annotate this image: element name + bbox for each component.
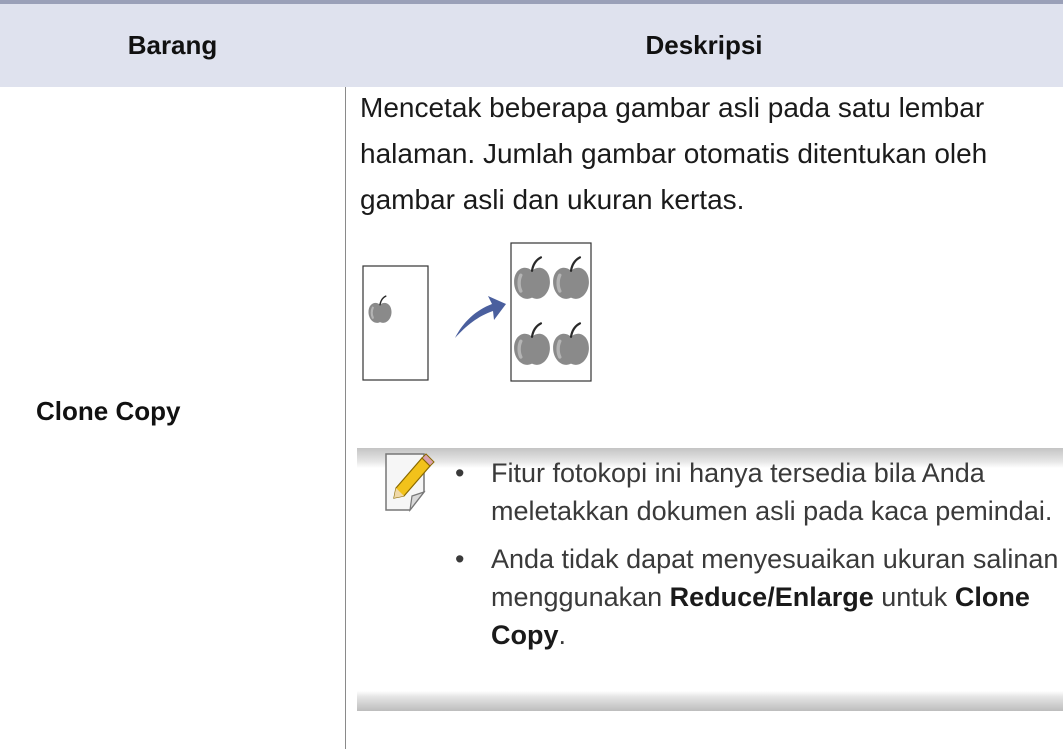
header-description: Deskripsi [645, 30, 763, 60]
note-box: • Fitur fotokopi ini hanya tersedia bila… [357, 448, 1063, 711]
note-text: untuk [881, 582, 948, 612]
clone-copy-illustration [362, 242, 592, 382]
note-list: • Fitur fotokopi ini hanya tersedia bila… [455, 454, 1059, 664]
arrow-icon [455, 296, 506, 338]
original-page [362, 265, 429, 381]
menu-option-reduce-enlarge: Reduce/Enlarge [669, 582, 874, 612]
bullet: • [455, 544, 465, 574]
note-bar-bottom [357, 691, 1063, 711]
bullet: • [455, 458, 465, 488]
note-pencil-icon [385, 453, 435, 513]
header-item: Barang [127, 30, 218, 60]
item-name: Clone Copy [36, 396, 181, 426]
item-description: Mencetak beberapa gambar asli pada satu … [360, 92, 988, 215]
note-text: . [558, 620, 567, 650]
list-item: • Fitur fotokopi ini hanya tersedia bila… [455, 454, 1059, 530]
list-item: • Anda tidak dapat menyesuaikan ukuran s… [455, 540, 1059, 654]
column-divider [345, 87, 346, 749]
table-header-row: Barang Deskripsi [0, 4, 1063, 87]
note-text: Fitur fotokopi ini hanya tersedia bila A… [491, 458, 1053, 526]
